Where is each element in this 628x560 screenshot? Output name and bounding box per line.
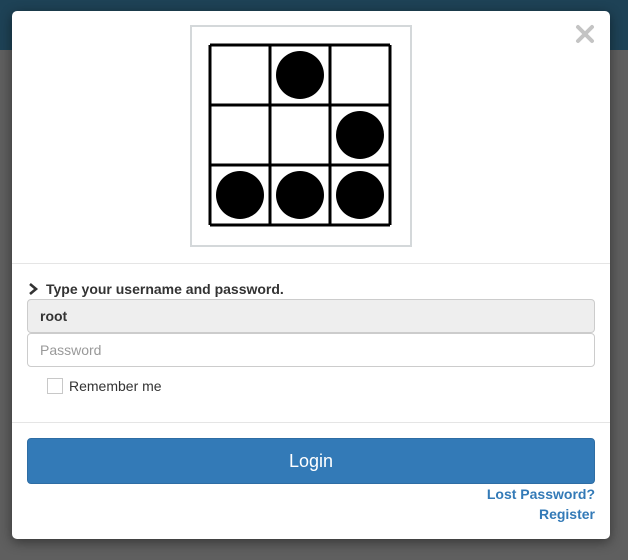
login-instruction: Type your username and password. (27, 281, 284, 297)
logo-dot (276, 171, 324, 219)
remember-me-label: Remember me (69, 378, 162, 394)
close-icon[interactable] (574, 23, 596, 45)
logo-dot (336, 111, 384, 159)
username-field[interactable] (27, 299, 595, 333)
chevron-right-icon (27, 282, 39, 296)
remember-me[interactable]: Remember me (47, 378, 162, 394)
lost-password-link[interactable]: Lost Password? (487, 486, 595, 502)
login-button[interactable]: Login (27, 438, 595, 484)
logo-dot (216, 171, 264, 219)
login-modal: Type your username and password. Remembe… (12, 11, 610, 539)
glider-logo-icon (190, 25, 412, 247)
instruction-text: Type your username and password. (46, 281, 284, 297)
divider (12, 422, 610, 423)
divider (12, 263, 610, 264)
password-field[interactable] (27, 333, 595, 367)
logo-dot (276, 51, 324, 99)
remember-me-checkbox[interactable] (47, 378, 63, 394)
logo-dot (336, 171, 384, 219)
register-link[interactable]: Register (539, 506, 595, 522)
